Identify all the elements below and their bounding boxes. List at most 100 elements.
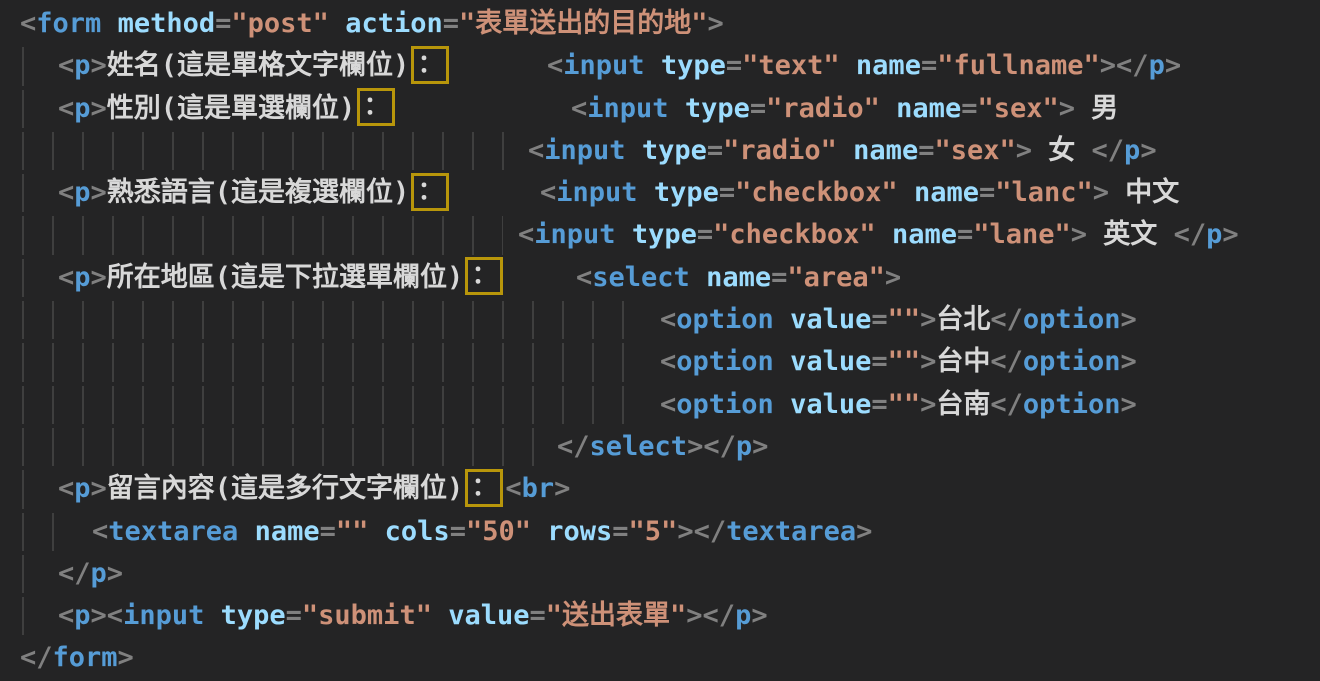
string-token: "5" xyxy=(629,516,678,547)
attribute-token: type xyxy=(221,600,286,631)
tag-token: p xyxy=(1149,50,1165,81)
string-token: "fullname" xyxy=(937,50,1100,81)
text-token: 姓名(這是單格文字欄位) xyxy=(107,50,410,81)
punctuation-token: > xyxy=(118,642,134,673)
tag-token: input xyxy=(534,219,615,250)
punctuation-token: > xyxy=(91,473,107,504)
punctuation-token: = xyxy=(215,8,231,39)
punctuation-token: < xyxy=(58,93,74,124)
code-line-sex-row[interactable]: <p>性別(這是單選欄位)：<input type="radio" name="… xyxy=(0,88,1320,130)
code-line-form-open[interactable]: <form method="post" action="表單送出的目的地"> xyxy=(0,3,1320,45)
text-token xyxy=(638,177,654,208)
tag-token: p xyxy=(74,177,90,208)
code-line-language-row-2[interactable]: <input type="checkbox" name="lane"> 英文 <… xyxy=(0,214,1320,256)
code-line-message-row[interactable]: <p>留言內容(這是多行文字欄位)：<br> xyxy=(0,468,1320,510)
punctuation-token: < xyxy=(528,135,544,166)
attribute-token: type xyxy=(685,93,750,124)
unicode-highlight-box: ： xyxy=(411,46,449,84)
code-line-language-row[interactable]: <p>熟悉語言(這是複選欄位)：<input type="checkbox" n… xyxy=(0,172,1320,214)
text-token: 男 xyxy=(1075,93,1118,124)
punctuation-token: > xyxy=(687,431,703,462)
punctuation-token: = xyxy=(957,219,973,250)
punctuation-token: </ xyxy=(703,431,736,462)
code-line-area-row[interactable]: <p>所在地區(這是下拉選單欄位)：<select name="area"> xyxy=(0,257,1320,299)
punctuation-token: > xyxy=(1120,389,1136,420)
code-segment: <p><input type="submit" value="送出表單"></p… xyxy=(58,595,768,637)
punctuation-token: = xyxy=(921,50,937,81)
indent-guides xyxy=(22,216,503,254)
punctuation-token: </ xyxy=(703,600,736,631)
text-token: 台北 xyxy=(936,304,990,335)
string-token: "50" xyxy=(466,516,531,547)
code-segment: <input type="radio" name="sex"> 女 </p> xyxy=(528,130,1157,172)
text-token xyxy=(774,304,790,335)
attribute-token: name xyxy=(255,516,320,547)
tag-token: select xyxy=(592,262,690,293)
code-editor[interactable]: <form method="post" action="表單送出的目的地"><p… xyxy=(0,0,1320,681)
punctuation-token: > xyxy=(752,431,768,462)
code-line-p-close[interactable]: </p> xyxy=(0,553,1320,595)
string-token: "" xyxy=(888,304,921,335)
punctuation-token: > xyxy=(1016,135,1032,166)
code-line-select-close[interactable]: </select></p> xyxy=(0,426,1320,468)
tag-token: textarea xyxy=(108,516,238,547)
punctuation-token: = xyxy=(530,600,546,631)
text-token: 英文 xyxy=(1087,219,1174,250)
text-token xyxy=(238,516,254,547)
indent-guides xyxy=(22,132,513,170)
code-line-option-taipei[interactable]: <option value="">台北</option> xyxy=(0,299,1320,341)
code-line-option-taichung[interactable]: <option value="">台中</option> xyxy=(0,341,1320,383)
code-segment: <input type="checkbox" name="lanc"> 中文 xyxy=(540,172,1179,214)
indent-guides xyxy=(22,174,25,212)
code-line-textarea-row[interactable]: <textarea name="" cols="50" rows="5"></t… xyxy=(0,511,1320,553)
text-token xyxy=(432,600,448,631)
code-segment: <select name="area"> xyxy=(576,257,901,299)
code-line-fullname-row[interactable]: <p>姓名(這是單格文字欄位)：<input type="text" name=… xyxy=(0,45,1320,87)
code-line-form-close[interactable]: </form> xyxy=(0,637,1320,679)
indent-guides xyxy=(22,470,25,508)
punctuation-token: </ xyxy=(990,389,1023,420)
attribute-token: name xyxy=(856,50,921,81)
code-line-sex-row-2[interactable]: <input type="radio" name="sex"> 女 </p> xyxy=(0,130,1320,172)
text-token: 性別(這是單選欄位) xyxy=(107,93,356,124)
punctuation-token: < xyxy=(58,262,74,293)
punctuation-token: = xyxy=(750,93,766,124)
punctuation-token: > xyxy=(1093,177,1109,208)
attribute-token: name xyxy=(853,135,918,166)
tag-token: input xyxy=(587,93,668,124)
tag-token: p xyxy=(74,262,90,293)
indent-guides xyxy=(22,386,645,424)
tag-token: p xyxy=(74,473,90,504)
code-segment: </form> xyxy=(20,637,134,679)
code-segment: <option value="">台中</option> xyxy=(660,341,1137,383)
string-token: "" xyxy=(336,516,369,547)
punctuation-token: = xyxy=(707,135,723,166)
punctuation-token: </ xyxy=(1092,135,1125,166)
tag-token: textarea xyxy=(726,516,856,547)
string-token: "post" xyxy=(231,8,329,39)
punctuation-token: </ xyxy=(58,558,91,589)
punctuation-token: = xyxy=(726,50,742,81)
code-segment: </select></p> xyxy=(557,426,768,468)
punctuation-token: > xyxy=(686,600,702,631)
text-token: 所在地區(這是下拉選單欄位) xyxy=(107,262,464,293)
indent-guides xyxy=(22,597,25,635)
code-segment: <input type="radio" name="sex"> 男 xyxy=(571,88,1118,130)
punctuation-token: < xyxy=(58,600,74,631)
tag-token: option xyxy=(676,389,774,420)
text-token xyxy=(616,219,632,250)
attribute-token: rows xyxy=(547,516,612,547)
attribute-token: value xyxy=(790,389,871,420)
punctuation-token: = xyxy=(697,219,713,250)
string-token: "lane" xyxy=(973,219,1071,250)
code-segment: <p>性別(這是單選欄位)： xyxy=(58,88,397,130)
text-token xyxy=(204,600,220,631)
string-token: "sex" xyxy=(977,93,1058,124)
punctuation-token: > xyxy=(1100,50,1116,81)
punctuation-token: > xyxy=(920,389,936,420)
code-line-submit-row[interactable]: <p><input type="submit" value="送出表單"></p… xyxy=(0,595,1320,637)
punctuation-token: > xyxy=(107,558,123,589)
punctuation-token: </ xyxy=(694,516,727,547)
string-token: "送出表單" xyxy=(546,600,687,631)
code-line-option-tainan[interactable]: <option value="">台南</option> xyxy=(0,384,1320,426)
